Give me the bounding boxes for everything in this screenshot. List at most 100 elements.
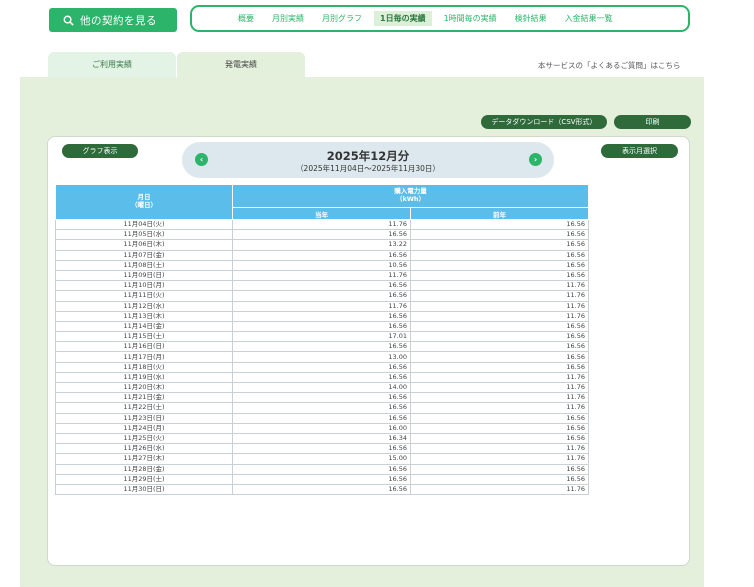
- table-row: 11月07日(金) 16.56 16.56: [55, 249, 589, 261]
- row-previous-cell: 11.76: [410, 392, 589, 404]
- row-current-cell: 13.00: [232, 351, 411, 363]
- row-previous-cell: 11.76: [410, 381, 589, 394]
- row-previous-cell: 16.56: [410, 320, 589, 333]
- row-date-cell: 11月10日(月): [55, 280, 233, 292]
- row-current-cell: 11.76: [232, 269, 411, 282]
- nav-payment-list[interactable]: 入金結果一覧: [559, 11, 619, 26]
- row-previous-cell: 11.76: [410, 483, 589, 496]
- period-title: 2025年12月分: [326, 149, 410, 163]
- table-row: 11月17日(月) 13.00 16.56: [55, 351, 589, 363]
- row-date-cell: 11月09日(日): [55, 269, 233, 282]
- row-current-cell: 16.56: [232, 320, 411, 333]
- month-select-button[interactable]: 表示月選択: [601, 144, 678, 158]
- table-row: 11月28日(金) 16.56 16.56: [55, 463, 589, 475]
- previous-year-header: 前年: [410, 207, 589, 220]
- nav-daily-results[interactable]: 1日毎の実績: [374, 11, 432, 26]
- row-current-cell: 16.34: [232, 432, 411, 445]
- row-current-cell: 13.22: [232, 239, 411, 251]
- other-contract-label: 他の契約を見る: [80, 14, 157, 27]
- row-current-cell: 10.56: [232, 259, 411, 271]
- faq-link[interactable]: 本サービスの「よくあるご質問」はこちら: [538, 60, 681, 71]
- table-row: 11月23日(日) 16.56 16.56: [55, 412, 589, 424]
- row-current-cell: 16.56: [232, 443, 411, 455]
- nav-monthly-graph[interactable]: 月別グラフ: [316, 11, 368, 26]
- row-current-cell: 16.56: [232, 310, 411, 322]
- row-previous-cell: 16.56: [410, 331, 589, 343]
- row-date-cell: 11月20日(木): [55, 381, 233, 394]
- row-current-cell: 16.56: [232, 229, 411, 241]
- graph-view-button[interactable]: グラフ表示: [62, 144, 138, 158]
- table-row: 11月20日(木) 14.00 11.76: [55, 381, 589, 394]
- table-row: 11月08日(土) 10.56 16.56: [55, 259, 589, 271]
- row-current-cell: 14.00: [232, 381, 411, 394]
- other-contract-button[interactable]: 他の契約を見る: [49, 8, 177, 32]
- row-previous-cell: 16.56: [410, 432, 589, 445]
- row-date-cell: 11月13日(木): [55, 310, 233, 322]
- row-current-cell: 16.56: [232, 361, 411, 373]
- row-current-cell: 16.56: [232, 412, 411, 424]
- row-current-cell: 16.56: [232, 290, 411, 302]
- row-date-cell: 11月17日(月): [55, 351, 233, 363]
- row-date-cell: 11月29日(土): [55, 473, 233, 485]
- nav-hourly-results[interactable]: 1時間毎の実績: [438, 11, 503, 26]
- month-navigator: ‹ 2025年12月分 （2025年11月04日～2025年11月30日） ›: [182, 142, 554, 178]
- row-previous-cell: 16.56: [410, 463, 589, 475]
- row-date-cell: 11月21日(金): [55, 392, 233, 404]
- csv-download-button[interactable]: データダウンロード（CSV形式）: [481, 115, 607, 129]
- table-row: 11月10日(月) 16.56 11.76: [55, 280, 589, 292]
- table-row: 11月04日(火) 11.76 16.56: [55, 218, 589, 231]
- table-row: 11月16日(日) 16.56 16.56: [55, 341, 589, 353]
- row-current-cell: 16.56: [232, 463, 411, 475]
- row-date-cell: 11月15日(土): [55, 331, 233, 343]
- nav-meter-reading[interactable]: 検針結果: [509, 11, 553, 26]
- top-navigation: 概要 月別実績 月別グラフ 1日毎の実績 1時間毎の実績 検針結果 入金結果一覧: [190, 5, 690, 32]
- row-date-cell: 11月16日(日): [55, 341, 233, 353]
- row-date-cell: 11月08日(土): [55, 259, 233, 271]
- row-date-cell: 11月26日(水): [55, 443, 233, 455]
- print-button[interactable]: 印刷: [614, 115, 691, 129]
- date-column-header: 月日 （曜日）: [55, 184, 233, 220]
- row-date-cell: 11月25日(火): [55, 432, 233, 445]
- row-date-cell: 11月27日(木): [55, 453, 233, 465]
- search-icon: [63, 15, 74, 26]
- row-previous-cell: 16.56: [410, 361, 589, 373]
- row-current-cell: 11.76: [232, 300, 411, 312]
- row-previous-cell: 11.76: [410, 402, 589, 414]
- table-row: 11月15日(土) 17.01 16.56: [55, 331, 589, 343]
- row-current-cell: 16.56: [232, 280, 411, 292]
- table-row: 11月18日(火) 16.56 16.56: [55, 361, 589, 373]
- tab-usage[interactable]: ご利用実績: [48, 52, 176, 77]
- table-row: 11月26日(水) 16.56 11.76: [55, 443, 589, 455]
- row-current-cell: 16.56: [232, 392, 411, 404]
- nav-monthly-results[interactable]: 月別実績: [266, 11, 310, 26]
- row-previous-cell: 16.56: [410, 259, 589, 271]
- row-date-cell: 11月24日(月): [55, 422, 233, 434]
- row-previous-cell: 16.56: [410, 473, 589, 485]
- row-current-cell: 15.00: [232, 453, 411, 465]
- row-current-cell: 11.76: [232, 218, 411, 231]
- row-current-cell: 16.00: [232, 422, 411, 434]
- row-previous-cell: 16.56: [410, 249, 589, 261]
- table-row: 11月12日(水) 11.76 11.76: [55, 300, 589, 312]
- kwh-header-line1: 購入電力量: [394, 187, 427, 196]
- table-row: 11月25日(火) 16.34 16.56: [55, 432, 589, 445]
- row-previous-cell: 16.56: [410, 341, 589, 353]
- row-current-cell: 16.56: [232, 371, 411, 384]
- row-current-cell: 16.56: [232, 341, 411, 353]
- row-date-cell: 11月28日(金): [55, 463, 233, 475]
- nav-overview[interactable]: 概要: [232, 11, 260, 26]
- tab-generation[interactable]: 発電実績: [177, 52, 305, 77]
- row-date-cell: 11月22日(土): [55, 402, 233, 414]
- table-row: 11月22日(土) 16.56 11.76: [55, 402, 589, 414]
- kwh-column-header: 購入電力量 （kWh）: [232, 184, 589, 208]
- row-date-cell: 11月06日(木): [55, 239, 233, 251]
- row-previous-cell: 16.56: [410, 412, 589, 424]
- row-current-cell: 17.01: [232, 331, 411, 343]
- next-month-icon[interactable]: ›: [529, 153, 542, 166]
- row-date-cell: 11月14日(金): [55, 320, 233, 333]
- row-previous-cell: 16.56: [410, 269, 589, 282]
- row-current-cell: 16.56: [232, 402, 411, 414]
- row-previous-cell: 16.56: [410, 239, 589, 251]
- row-current-cell: 16.56: [232, 249, 411, 261]
- table-row: 11月14日(金) 16.56 16.56: [55, 320, 589, 333]
